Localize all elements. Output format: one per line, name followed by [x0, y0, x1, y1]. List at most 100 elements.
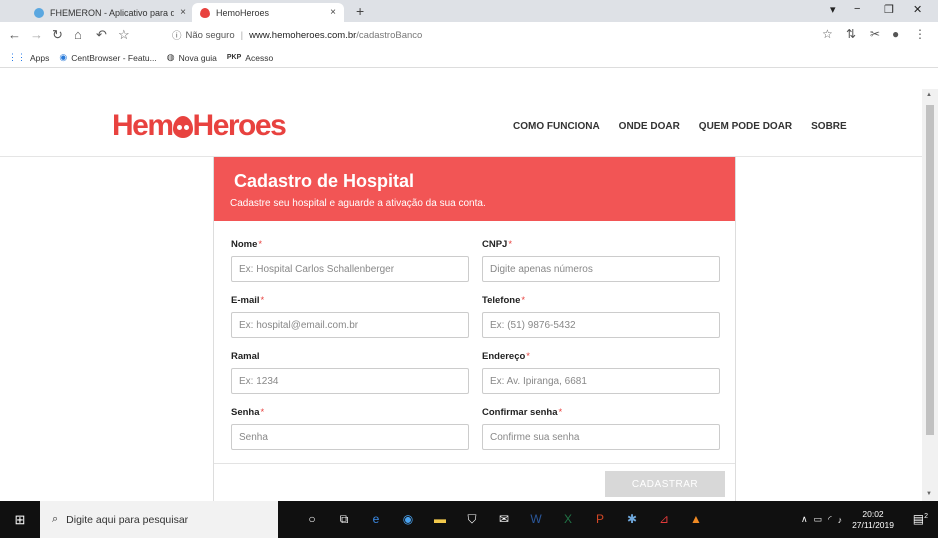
system-tray: ∧ ▭ ◜ ♪ 20:02 27/11/2019 [801, 501, 894, 538]
extension-icon[interactable]: ✂ [870, 27, 880, 41]
battery-icon[interactable]: ▭ [814, 514, 823, 525]
taskbar-search[interactable]: ⌕ Digite aqui para pesquisar [40, 501, 278, 538]
notifications-icon[interactable]: ▤2 [913, 512, 928, 526]
field-cnpj: CNPJ* [482, 239, 720, 282]
field-endereco: Endereço* [482, 351, 720, 394]
forward-icon[interactable]: → [30, 27, 43, 42]
form-subtitle: Cadastre seu hospital e aguarde a ativaç… [230, 198, 486, 209]
profile-icon[interactable]: ● [892, 27, 899, 41]
acrobat-icon[interactable]: ⊿ [648, 512, 680, 527]
url-path: /cadastroBanco [356, 29, 423, 41]
nav-onde-doar[interactable]: ONDE DOAR [619, 121, 680, 132]
menu-icon[interactable]: ⋮ [914, 27, 926, 41]
bookmark-star-icon[interactable]: ☆ [822, 27, 833, 41]
field-nome: Nome* [231, 239, 469, 282]
clock-date: 27/11/2019 [852, 519, 894, 530]
field-email: E-mail* [231, 295, 469, 338]
scroll-down-icon[interactable]: ▼ [926, 491, 932, 497]
cadastrar-button[interactable]: CADASTRAR [605, 471, 725, 497]
home-icon[interactable]: ⌂ [74, 27, 82, 42]
tab-list-icon[interactable]: ⇅ [846, 27, 856, 41]
field-senha: Senha* [231, 407, 469, 450]
tab-fhemeron[interactable]: FHEMERON - Aplicativo para do × [26, 3, 194, 22]
undo-close-icon[interactable]: ↶ [96, 27, 107, 43]
nav-sobre[interactable]: SOBRE [811, 121, 847, 132]
url-host: www.hemoheroes.com.br [249, 29, 357, 41]
ramal-input[interactable] [231, 368, 469, 394]
file-explorer-icon[interactable]: ▬ [424, 512, 456, 527]
tray-chevron-icon[interactable]: ∧ [801, 514, 808, 525]
browser-tab-bar: FHEMERON - Aplicativo para do × HemoHero… [0, 0, 938, 22]
close-window-button[interactable]: ✕ [913, 3, 922, 16]
tab-hemoheroes[interactable]: HemoHeroes × [192, 3, 344, 22]
security-label: Não seguro [185, 29, 235, 41]
endereco-input[interactable] [482, 368, 720, 394]
tab-search-dropdown-icon[interactable]: ▾ [830, 3, 836, 16]
centbrowser-icon[interactable]: ◉ [392, 512, 424, 527]
tab-title: HemoHeroes [216, 7, 270, 18]
card-header: Cadastro de Hospital Cadastre seu hospit… [214, 157, 735, 221]
card-footer: CADASTRAR [214, 463, 735, 501]
field-label: E-mail* [231, 295, 265, 306]
close-tab-icon[interactable]: × [180, 7, 186, 18]
nav-quem-pode-doar[interactable]: QUEM PODE DOAR [699, 121, 792, 132]
taskbar-apps: ○ ⧉ e ◉ ▬ ⛉ ✉ W X P ✱ ⊿ ▲ [296, 512, 712, 527]
word-icon[interactable]: W [520, 512, 552, 527]
maximize-button[interactable]: ❐ [884, 3, 894, 16]
bookmark-nova-guia[interactable]: ◍ Nova guia [167, 52, 217, 63]
bookmark-label: Acesso [245, 52, 274, 63]
nav-como-funciona[interactable]: COMO FUNCIONA [513, 121, 600, 132]
mail-icon[interactable]: ✉ [488, 512, 520, 527]
info-icon[interactable]: ⓘ [172, 28, 182, 42]
cnpj-input[interactable] [482, 256, 720, 282]
field-label: Senha* [231, 407, 265, 418]
excel-icon[interactable]: X [552, 512, 584, 527]
edge-icon[interactable]: e [360, 512, 392, 527]
scrollbar-thumb[interactable] [926, 105, 934, 435]
site-logo[interactable]: Hem Heroes [112, 109, 287, 143]
minimize-button[interactable]: − [854, 3, 860, 15]
windows-start-icon[interactable]: ⊞ [0, 512, 40, 528]
tab-title: FHEMERON - Aplicativo para do [50, 7, 175, 18]
bookmark-centbrowser[interactable]: ◉ CentBrowser - Featu... [59, 52, 156, 63]
logo-text-right: Heroes [192, 109, 287, 142]
powerpoint-icon[interactable]: P [584, 512, 616, 527]
field-ramal: Ramal [231, 351, 469, 394]
email-input[interactable] [231, 312, 469, 338]
app-icon[interactable]: ✱ [616, 512, 648, 527]
close-tab-icon[interactable]: × [330, 7, 336, 18]
telefone-input[interactable] [482, 312, 720, 338]
field-confirmar-senha: Confirmar senha* [482, 407, 720, 450]
confirmar-senha-input[interactable] [482, 424, 720, 450]
nome-input[interactable] [231, 256, 469, 282]
senha-input[interactable] [231, 424, 469, 450]
cortana-icon[interactable]: ○ [296, 512, 328, 527]
vlc-icon[interactable]: ▲ [680, 512, 712, 527]
bookmark-label: Apps [30, 52, 50, 63]
page-scrollbar[interactable]: ▲ ▼ [922, 89, 938, 501]
logo-text-left: Hem [112, 109, 174, 142]
back-icon[interactable]: ← [8, 27, 21, 42]
apps-grid-icon: ⋮⋮ [8, 52, 26, 62]
address-bar[interactable]: ⓘ Não seguro | www.hemoheroes.com.br /ca… [172, 26, 812, 44]
task-view-icon[interactable]: ⧉ [328, 512, 360, 527]
field-label: Nome* [231, 239, 263, 250]
reload-icon[interactable]: ↻ [52, 27, 63, 43]
volume-icon[interactable]: ♪ [838, 515, 843, 525]
field-label: Ramal [231, 351, 260, 362]
bookmark-acesso[interactable]: PKP Acesso [227, 53, 273, 63]
clock[interactable]: 20:02 27/11/2019 [852, 509, 894, 531]
hospital-signup-card: Cadastro de Hospital Cadastre seu hospit… [213, 157, 736, 501]
scroll-up-icon[interactable]: ▲ [926, 92, 932, 98]
bookmark-apps[interactable]: ⋮⋮ Apps [8, 52, 49, 63]
new-tab-button[interactable]: + [356, 3, 364, 19]
field-telefone: Telefone* [482, 295, 720, 338]
store-icon[interactable]: ⛉ [456, 512, 488, 527]
wifi-icon[interactable]: ◜ [828, 514, 832, 525]
bookmark-star-icon[interactable]: ☆ [118, 27, 130, 43]
main-nav: COMO FUNCIONA ONDE DOAR QUEM PODE DOAR S… [513, 121, 866, 132]
browser-toolbar: ← → ↻ ⌂ ↶ ☆ ⓘ Não seguro | www.hemoheroe… [0, 22, 938, 48]
blood-drop-icon [200, 7, 210, 18]
pkp-icon: PKP [226, 54, 242, 61]
field-label: Telefone* [482, 295, 526, 306]
